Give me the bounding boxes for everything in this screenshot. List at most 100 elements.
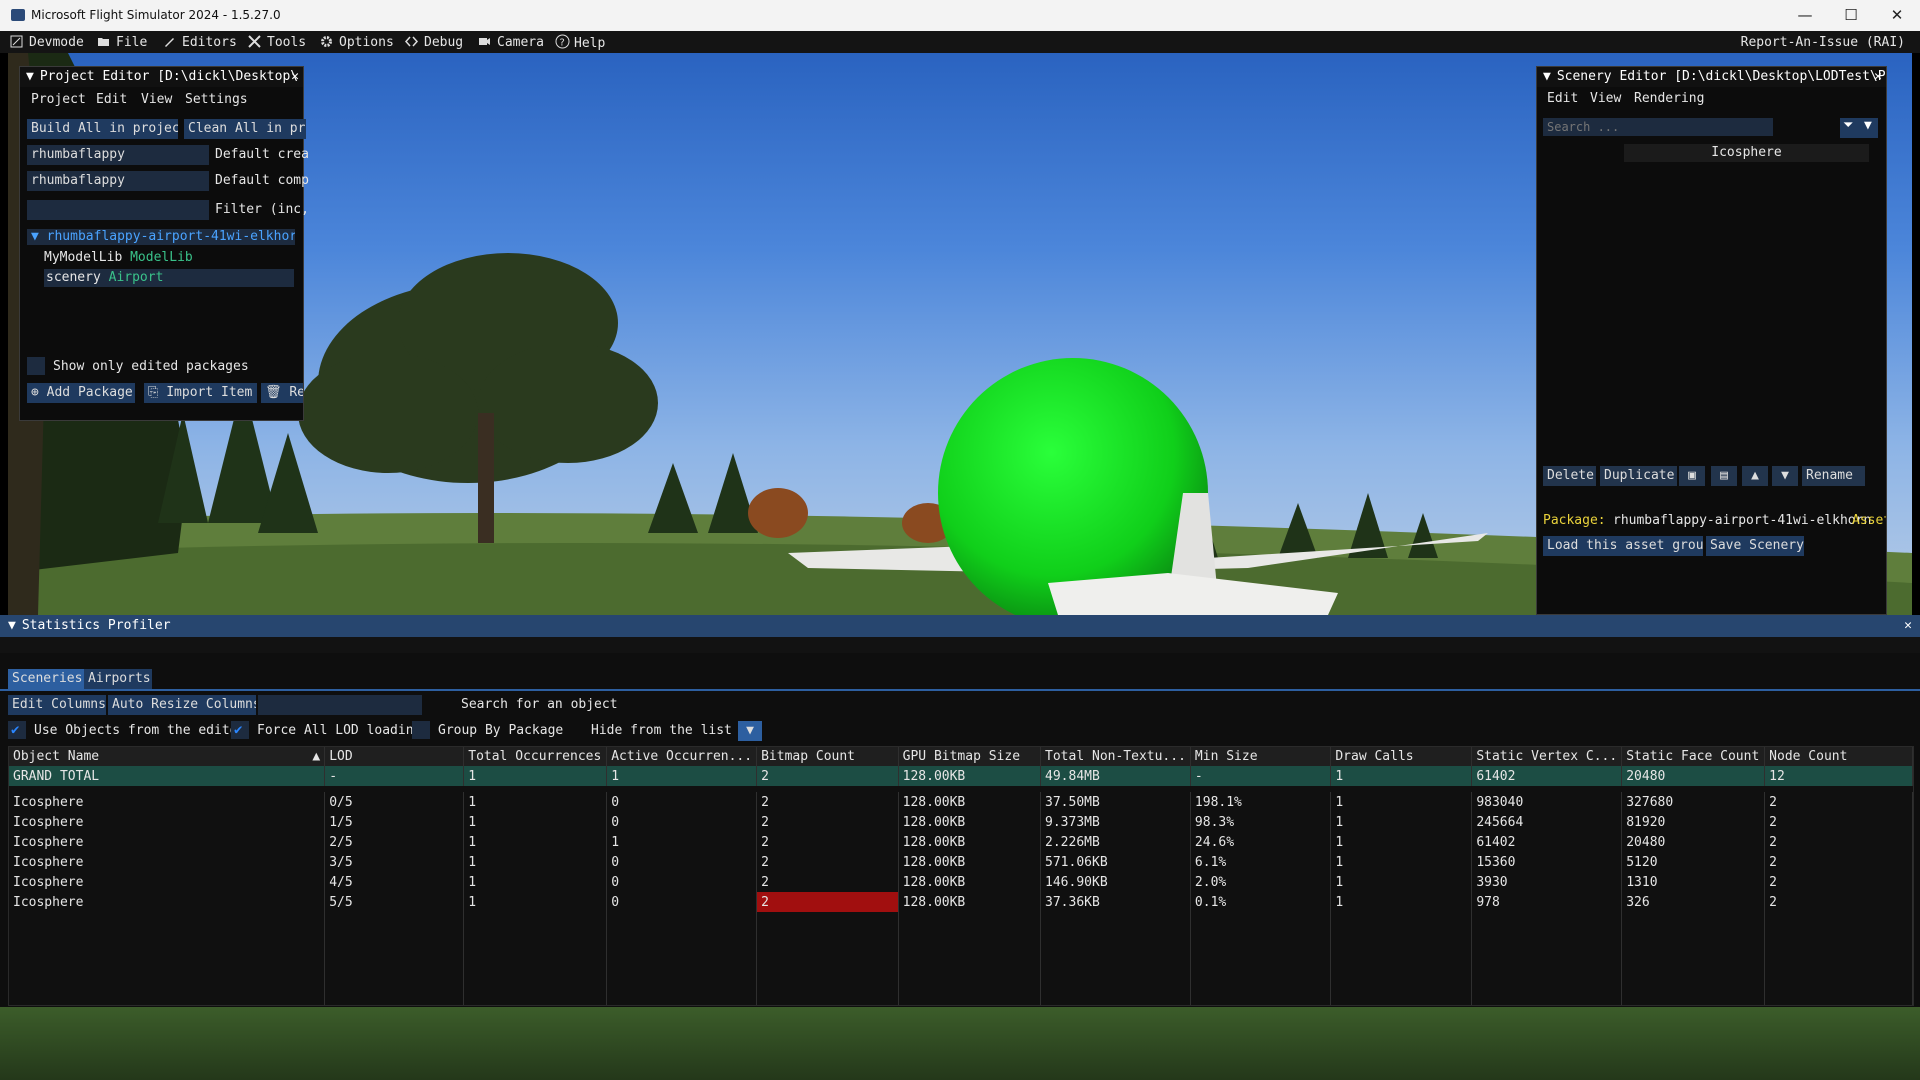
- rename-button[interactable]: Rename: [1802, 466, 1865, 486]
- col-min-size[interactable]: Min Size: [1190, 747, 1332, 766]
- auto-resize-columns-button[interactable]: Auto Resize Columns: [108, 695, 256, 715]
- clean-all-button[interactable]: Clean All in pro: [184, 119, 306, 139]
- table-row[interactable]: Icosphere 4/5 1 0 2 128.00KB 146.90KB 2.0% 1 3930…: [9, 872, 1913, 892]
- table-cell: 5/5: [324, 892, 465, 912]
- company-input[interactable]: rhumbaflappy: [27, 171, 209, 191]
- table-cell: 128.00KB: [898, 812, 1042, 832]
- table-row[interactable]: Icosphere 5/5 1 0 2 128.00KB 37.36KB 0.1% 1 978 32…: [9, 892, 1913, 912]
- table-cell: 2.226MB: [1040, 832, 1191, 852]
- menu-help[interactable]: ? Help: [555, 34, 605, 51]
- add-folder-icon[interactable]: ▣: [1679, 466, 1705, 486]
- group-by-package-label: Group By Package: [438, 723, 564, 738]
- close-window-button[interactable]: ✕: [1874, 3, 1920, 27]
- table-row[interactable]: Icosphere 0/5 1 0 2 128.00KB 37.50MB 198.1% 1 983…: [9, 792, 1913, 812]
- import-item-button[interactable]: ⎘ Import Item: [144, 383, 257, 403]
- tab-sceneries[interactable]: Sceneries: [8, 669, 86, 689]
- menu-options[interactable]: Options: [320, 34, 394, 51]
- filter-input[interactable]: [27, 200, 209, 220]
- col-active-occurrences[interactable]: Active Occurren...: [606, 747, 758, 766]
- close-icon[interactable]: ✕: [1904, 615, 1912, 637]
- menu-edit[interactable]: Edit: [1547, 91, 1578, 106]
- maximize-button[interactable]: ☐: [1828, 3, 1874, 27]
- menu-edit[interactable]: Edit: [96, 92, 127, 107]
- col-node-count[interactable]: Node Count: [1764, 747, 1913, 766]
- table-cell: Icosphere: [9, 792, 326, 812]
- table-filler-row: [9, 912, 1913, 1005]
- collapse-triangle-icon[interactable]: ▼: [26, 69, 34, 84]
- table-row[interactable]: Icosphere 1/5 1 0 2 128.00KB 9.373MB 98.3% 1 2456…: [9, 812, 1913, 832]
- minimize-button[interactable]: —: [1782, 3, 1828, 27]
- stats-header[interactable]: ▼ Statistics Profiler ✕: [0, 615, 1920, 637]
- menu-view[interactable]: View: [141, 92, 172, 107]
- menu-view[interactable]: View: [1590, 91, 1621, 106]
- menu-project[interactable]: Project: [31, 92, 86, 107]
- group-by-package-checkbox[interactable]: [412, 721, 430, 739]
- use-objects-label: Use Objects from the editor: [34, 723, 246, 738]
- remove-button[interactable]: 🗑 Re: [261, 383, 303, 403]
- delete-button[interactable]: Delete: [1543, 466, 1596, 486]
- col-bitmap-count[interactable]: Bitmap Count: [756, 747, 899, 766]
- expand-triangle-icon[interactable]: ▼: [31, 229, 39, 244]
- show-only-edited-checkbox[interactable]: [27, 357, 45, 375]
- close-icon[interactable]: ✕: [291, 67, 299, 87]
- table-cell: 81920: [1621, 812, 1766, 832]
- col-gpu-bitmap-size[interactable]: GPU Bitmap Size: [898, 747, 1042, 766]
- add-package-button[interactable]: ⊕ Add Package: [27, 383, 135, 403]
- col-total-occurrences[interactable]: Total Occurrences: [463, 747, 608, 766]
- scenery-editor-header[interactable]: ▼ Scenery Editor [D:\dickl\Desktop\LODTes…: [1537, 67, 1886, 87]
- collapse-triangle-icon[interactable]: ▼: [1543, 69, 1551, 84]
- menu-rendering[interactable]: Rendering: [1634, 91, 1704, 106]
- creator-input[interactable]: rhumbaflappy: [27, 145, 209, 165]
- table-cell: 24.6%: [1190, 832, 1332, 852]
- table-row[interactable]: Icosphere 3/5 1 0 2 128.00KB 571.06KB 6.1% 1 1536…: [9, 852, 1913, 872]
- report-an-issue-button[interactable]: Report-An-Issue (RAI): [1741, 34, 1905, 51]
- project-editor-header[interactable]: ▼ Project Editor [D:\dickl\Desktop\ ✕: [20, 67, 303, 87]
- col-total-non-texture[interactable]: Total Non-Textu...: [1040, 747, 1191, 766]
- table-row[interactable]: Icosphere 2/5 1 1 2 128.00KB 2.226MB 24.6% 1 6140…: [9, 832, 1913, 852]
- duplicate-button[interactable]: Duplicate: [1600, 466, 1677, 486]
- package-tree-node[interactable]: ▼ rhumbaflappy-airport-41wi-elkhorn E: [27, 229, 295, 245]
- col-draw-calls[interactable]: Draw Calls: [1330, 747, 1473, 766]
- scenery-search-input[interactable]: [1543, 118, 1773, 136]
- menu-camera-label: Camera: [497, 35, 544, 50]
- filter-button[interactable]: ⏷ ▼: [1840, 118, 1878, 138]
- tab-airports[interactable]: Airports: [84, 669, 152, 689]
- build-all-button[interactable]: Build All in project: [27, 119, 178, 139]
- col-static-vertex-count[interactable]: Static Vertex C...: [1471, 747, 1623, 766]
- table-cell: 1: [463, 872, 608, 892]
- menu-file[interactable]: File: [97, 34, 147, 51]
- use-objects-checkbox[interactable]: [8, 721, 26, 739]
- table-cell: 49.84MB: [1040, 766, 1191, 786]
- stats-title: Statistics Profiler: [21, 618, 171, 633]
- move-down-icon[interactable]: ▼: [1772, 466, 1798, 486]
- move-up-icon[interactable]: ▲: [1742, 466, 1768, 486]
- folder-icon[interactable]: ▤: [1711, 466, 1737, 486]
- menu-tools[interactable]: Tools: [248, 34, 306, 51]
- menu-devmode[interactable]: Devmode: [10, 34, 84, 51]
- menu-editors[interactable]: Editors: [163, 34, 237, 51]
- close-icon[interactable]: ✕: [1874, 67, 1882, 87]
- stats-table-container[interactable]: Object Name ▲ LOD Total Occurrences Activ…: [8, 746, 1914, 1006]
- col-object-name[interactable]: Object Name ▲: [9, 747, 326, 766]
- menu-tools-label: Tools: [267, 35, 307, 50]
- col-static-face-count[interactable]: Static Face Count: [1621, 747, 1766, 766]
- scenery-object-item[interactable]: Icosphere: [1624, 144, 1869, 162]
- table-cell: Icosphere: [9, 892, 326, 912]
- search-object-input[interactable]: [258, 695, 422, 715]
- menu-camera[interactable]: Camera: [478, 34, 544, 51]
- table-cell: 128.00KB: [898, 792, 1042, 812]
- hide-dropdown-icon[interactable]: ▼: [738, 721, 762, 741]
- grand-total-row[interactable]: GRAND TOTAL - 1 1 2 128.00KB 49.84MB - 1…: [9, 766, 1913, 786]
- tree-item-scenery[interactable]: scenery Airport: [44, 269, 294, 287]
- load-asset-group-button[interactable]: Load this asset group: [1543, 536, 1703, 556]
- save-scenery-button[interactable]: Save Scenery: [1706, 536, 1804, 556]
- menu-debug[interactable]: Debug: [404, 34, 463, 51]
- tree-item-mymodellib[interactable]: MyModelLib ModelLib: [44, 249, 294, 267]
- force-lod-checkbox[interactable]: [231, 721, 249, 739]
- table-cell: 2: [756, 766, 899, 786]
- menu-settings[interactable]: Settings: [185, 92, 248, 107]
- table-cell: 1: [1330, 792, 1473, 812]
- col-lod[interactable]: LOD: [324, 747, 465, 766]
- collapse-triangle-icon[interactable]: ▼: [8, 618, 16, 633]
- edit-columns-button[interactable]: Edit Columns: [8, 695, 106, 715]
